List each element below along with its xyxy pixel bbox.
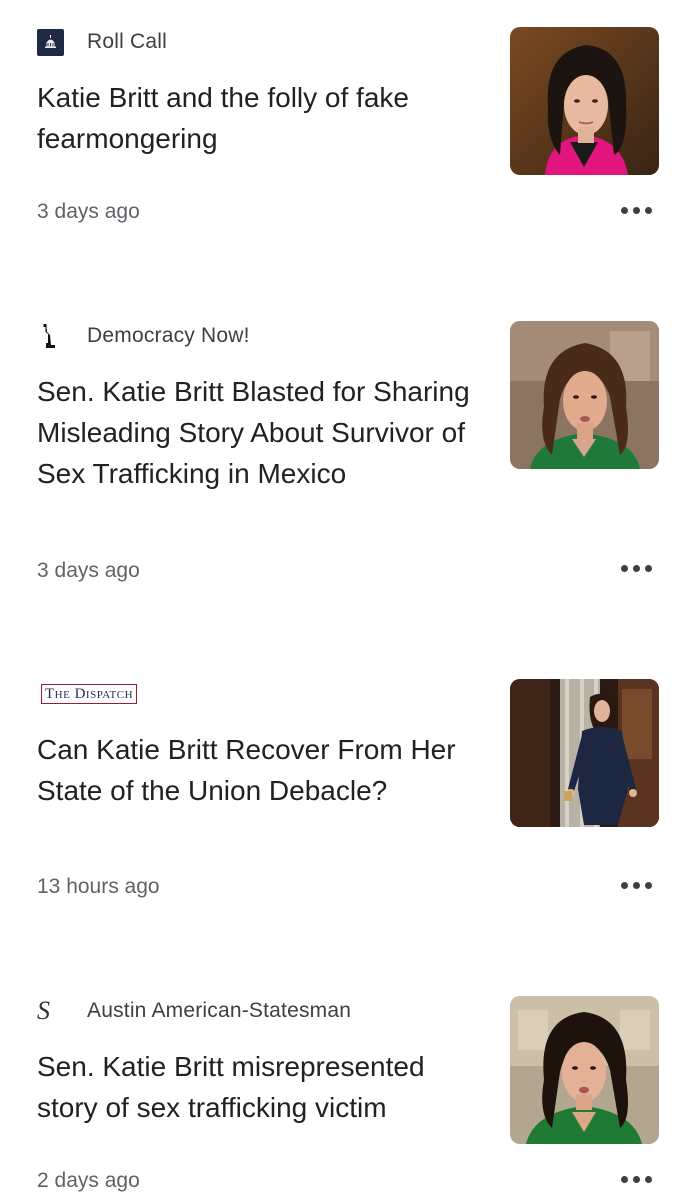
- article-thumbnail[interactable]: [510, 27, 659, 175]
- source-name: Roll Call: [87, 30, 167, 53]
- statesman-s-glyph: S: [37, 996, 50, 1025]
- article-timestamp: 2 days ago: [37, 1169, 140, 1192]
- article-headline[interactable]: Sen. Katie Britt Blasted for Sharing Mis…: [37, 371, 487, 494]
- article-source: Roll Call: [37, 27, 167, 57]
- more-dot: [632, 206, 640, 214]
- article-headline[interactable]: Katie Britt and the folly of fake fearmo…: [37, 77, 487, 159]
- article-thumbnail[interactable]: [510, 321, 659, 469]
- article-timestamp: 13 hours ago: [37, 875, 160, 898]
- more-options-button[interactable]: [612, 553, 660, 583]
- article-timestamp: 3 days ago: [37, 559, 140, 582]
- article-timestamp: 3 days ago: [37, 200, 140, 223]
- more-dot: [644, 564, 652, 572]
- source-name: Austin American-Statesman: [87, 999, 352, 1022]
- article-thumbnail[interactable]: [510, 996, 659, 1144]
- statesman-s-icon: S: [37, 997, 65, 1025]
- more-horizontal-icon: [620, 206, 628, 214]
- more-options-button[interactable]: [612, 195, 660, 225]
- article-headline[interactable]: Can Katie Britt Recover From Her State o…: [37, 729, 487, 811]
- statue-of-liberty-icon: [37, 322, 65, 350]
- source-name: Democracy Now!: [87, 324, 250, 347]
- the-dispatch-wordmark: The Dispatch: [41, 684, 138, 704]
- more-dot: [644, 1175, 652, 1183]
- more-dot: [644, 881, 652, 889]
- more-horizontal-icon: [620, 1175, 628, 1183]
- more-options-button[interactable]: [612, 870, 660, 900]
- more-options-button[interactable]: [612, 1164, 660, 1194]
- capitol-dome-icon: [37, 28, 65, 56]
- more-horizontal-icon: [620, 564, 628, 572]
- article-thumbnail[interactable]: [510, 679, 659, 827]
- more-dot: [632, 564, 640, 572]
- article-headline[interactable]: Sen. Katie Britt misrepresented story of…: [37, 1046, 487, 1128]
- article-source: S Austin American-Statesman: [37, 996, 351, 1026]
- more-dot: [632, 1175, 640, 1183]
- more-dot: [632, 881, 640, 889]
- article-source: Democracy Now!: [37, 321, 250, 351]
- more-dot: [644, 206, 652, 214]
- more-horizontal-icon: [620, 881, 628, 889]
- article-source: The Dispatch: [41, 679, 138, 709]
